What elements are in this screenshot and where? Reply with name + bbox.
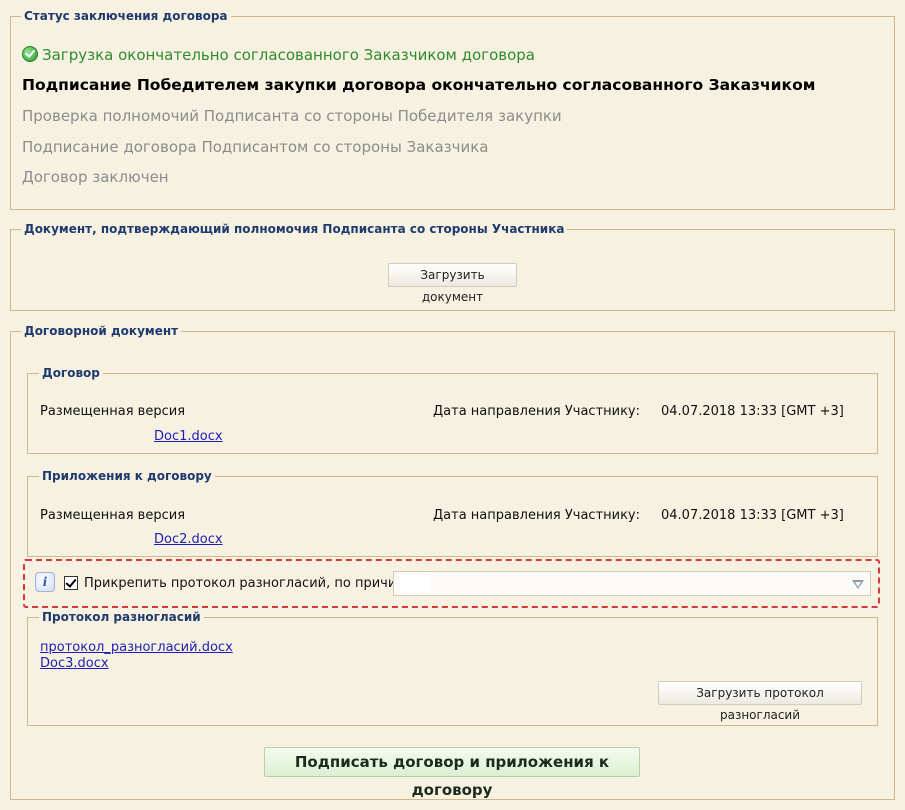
contract-file-link[interactable]: Doc1.docx — [154, 429, 223, 444]
status-step-4: Подписание договора Подписантом со сторо… — [22, 138, 489, 156]
protocol-subsection-legend: Протокол разногласий — [42, 610, 201, 624]
info-icon[interactable]: i — [35, 572, 55, 592]
status-step-3: Проверка полномочий Подписанта со сторон… — [22, 107, 562, 125]
contract-subsection-legend: Договор — [42, 366, 100, 380]
contract-document-section-legend: Договорной документ — [24, 324, 179, 338]
sign-contract-button[interactable]: Подписать договор и приложения к договор… — [264, 747, 640, 799]
dropdown-arrow-icon[interactable] — [852, 580, 864, 589]
protocol-file-link[interactable]: Doc3.docx — [40, 656, 109, 671]
attachments-version-label: Размещенная версия — [40, 508, 186, 523]
status-step-1: Загрузка окончательно согласованного Зак… — [22, 46, 535, 64]
reason-select-value — [400, 575, 430, 592]
attach-protocol-checkbox[interactable] — [64, 576, 78, 590]
status-step-1-label: Загрузка окончательно согласованного Зак… — [42, 46, 535, 64]
attachments-date-value: 04.07.2018 13:33 [GMT +3] — [661, 508, 844, 523]
contract-date-value: 04.07.2018 13:33 [GMT +3] — [661, 404, 844, 419]
status-section-legend: Статус заключения договора — [24, 9, 228, 23]
protocol-file-link[interactable]: протокол_разногласий.docx — [40, 640, 233, 655]
attachments-date-label: Дата направления Участнику: — [433, 508, 641, 523]
attach-protocol-label: Прикрепить протокол разногласий, по прич… — [84, 576, 418, 591]
status-step-5: Договор заключен — [22, 168, 169, 186]
upload-protocol-button[interactable]: Загрузить протокол разногласий — [658, 681, 862, 722]
contract-date-label: Дата направления Участнику: — [433, 404, 641, 419]
authority-section-legend: Документ, подтверждающий полномочия Подп… — [24, 222, 565, 236]
check-circle-icon — [22, 46, 38, 62]
contract-version-label: Размещенная версия — [40, 404, 186, 419]
reason-select[interactable] — [393, 571, 871, 596]
upload-authority-document-button[interactable]: Загрузить документ — [388, 263, 517, 304]
attachments-subsection-legend: Приложения к договору — [42, 469, 212, 483]
status-step-2: Подписание Победителем закупки договора … — [22, 76, 816, 94]
attachments-file-link[interactable]: Doc2.docx — [154, 532, 223, 547]
